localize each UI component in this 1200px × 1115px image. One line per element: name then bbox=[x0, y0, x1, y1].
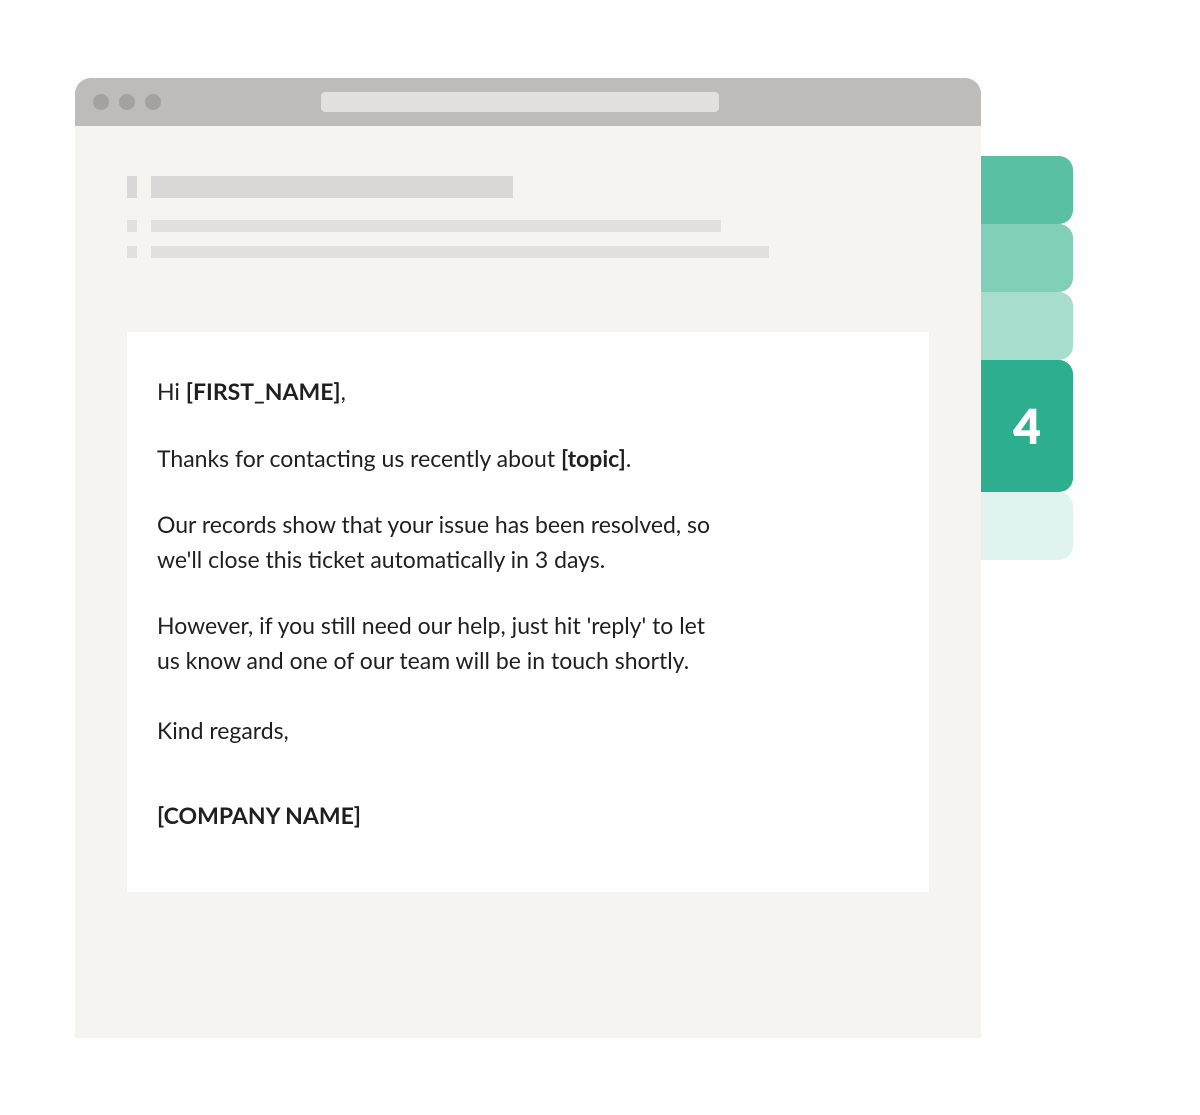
side-tab-5[interactable] bbox=[981, 492, 1073, 560]
header-placeholder bbox=[75, 126, 981, 302]
address-bar[interactable] bbox=[321, 92, 719, 112]
placeholder-bullet-icon bbox=[127, 246, 137, 258]
side-tab-2[interactable] bbox=[981, 224, 1073, 292]
placeholder-line-bar bbox=[151, 220, 721, 232]
company-name-token: [COMPANY NAME] bbox=[157, 801, 361, 829]
email-template-card: Hi [FIRST_NAME], Thanks for contacting u… bbox=[127, 332, 929, 892]
window-dot-icon[interactable] bbox=[145, 94, 161, 110]
side-tab-4-active[interactable]: 4 bbox=[981, 360, 1073, 492]
first-name-token: [FIRST_NAME] bbox=[186, 377, 341, 405]
window-dot-icon[interactable] bbox=[93, 94, 109, 110]
placeholder-title-bar bbox=[151, 176, 513, 198]
browser-window: Hi [FIRST_NAME], Thanks for contacting u… bbox=[75, 78, 981, 1038]
greeting-prefix: Hi bbox=[157, 377, 186, 405]
thanks-suffix: . bbox=[626, 444, 631, 472]
side-tab-active-label: 4 bbox=[1013, 398, 1041, 455]
side-tab-3[interactable] bbox=[981, 292, 1073, 360]
signoff-line: Kind regards, bbox=[157, 713, 727, 748]
placeholder-bullet-icon bbox=[127, 220, 137, 232]
window-dot-icon[interactable] bbox=[119, 94, 135, 110]
topic-token: [topic] bbox=[561, 444, 626, 472]
browser-titlebar bbox=[75, 78, 981, 126]
thanks-prefix: Thanks for contacting us recently about bbox=[157, 444, 561, 472]
greeting-suffix: , bbox=[341, 377, 346, 405]
side-tabs: 4 bbox=[981, 156, 1073, 560]
window-controls bbox=[93, 94, 161, 110]
placeholder-bullet-icon bbox=[127, 176, 137, 198]
thanks-line: Thanks for contacting us recently about … bbox=[157, 441, 727, 476]
email-body: Hi [FIRST_NAME], Thanks for contacting u… bbox=[157, 374, 727, 832]
resolved-line: Our records show that your issue has bee… bbox=[157, 507, 727, 576]
greeting-line: Hi [FIRST_NAME], bbox=[157, 374, 727, 409]
side-tab-1[interactable] bbox=[981, 156, 1073, 224]
placeholder-line-bar bbox=[151, 246, 769, 258]
company-line: [COMPANY NAME] bbox=[157, 798, 727, 833]
however-line: However, if you still need our help, jus… bbox=[157, 608, 727, 677]
